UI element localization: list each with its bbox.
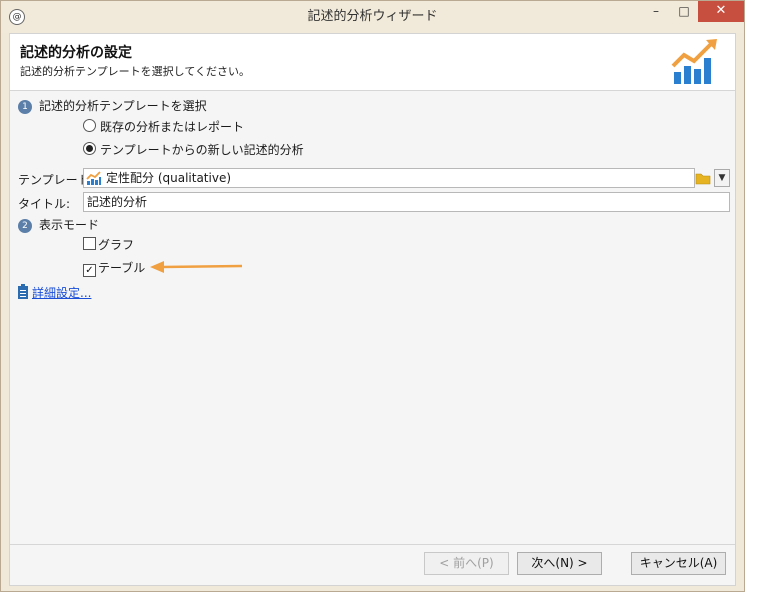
step-1-heading: 1 記述的分析テンプレートを選択 [18,97,207,114]
radio-button-new[interactable] [83,142,96,155]
template-value: 定性配分 (qualitative) [106,171,232,185]
advanced-settings-link[interactable]: 詳細設定... [18,284,91,301]
cancel-button[interactable]: キャンセル(A) [631,552,726,575]
analysis-chart-icon [671,39,717,84]
template-field[interactable]: 定性配分 (qualitative) [83,168,695,188]
step-1-label: 記述的分析テンプレートを選択 [39,99,207,113]
step-2-heading: 2 表示モード [18,216,99,233]
graph-label: グラフ [98,238,135,252]
graph-checkbox[interactable] [83,237,96,250]
close-button[interactable]: ✕ [698,1,744,22]
table-label: テーブル [98,261,146,275]
clipboard-icon [18,284,28,299]
step-2-badge: 2 [18,218,32,233]
footer-divider [10,544,735,545]
title-value: 記述的分析 [87,195,148,209]
window-title: 記述的分析ウィザード [307,9,438,24]
step-2-label: 表示モード [39,218,100,232]
maximize-button[interactable]: □ [669,1,699,22]
wizard-header: 記述的分析の設定 記述的分析テンプレートを選択してください。 [10,34,735,91]
title-bar: @ 記述的分析ウィザード – □ ✕ [1,1,744,33]
wizard-window: @ 記述的分析ウィザード – □ ✕ 記述的分析の設定 記述的分析テンプレートを… [0,0,745,592]
radio-new-label: テンプレートからの新しい記述的分析 [100,143,304,157]
next-button[interactable]: 次へ(N) > [517,552,602,575]
title-label: タイトル: [18,197,71,211]
template-chart-icon [86,171,101,185]
graph-checkbox-row[interactable]: グラフ [83,237,134,253]
folder-icon[interactable] [695,169,711,187]
radio-button-existing[interactable] [83,119,96,132]
table-checkbox[interactable]: ✓ [83,264,96,277]
table-checkbox-row[interactable]: ✓ テーブル [83,260,146,277]
wizard-content: 記述的分析の設定 記述的分析テンプレートを選択してください。 1 記述的分析テンプ… [9,33,736,586]
radio-new-from-template[interactable]: テンプレートからの新しい記述的分析 [83,142,304,158]
advanced-settings-label[interactable]: 詳細設定... [32,286,91,300]
minimize-button[interactable]: – [641,1,671,22]
page-subtitle: 記述的分析テンプレートを選択してください。 [20,65,251,78]
title-field[interactable]: 記述的分析 [83,192,730,212]
radio-existing-analysis[interactable]: 既存の分析またはレポート [83,119,244,135]
back-button[interactable]: < 前へ(P) [424,552,509,575]
step-1-badge: 1 [18,99,32,114]
chevron-down-icon[interactable]: ▼ [714,169,730,187]
page-title: 記述的分析の設定 [20,45,132,61]
annotation-arrow [150,261,243,273]
radio-existing-label: 既存の分析またはレポート [100,120,245,134]
